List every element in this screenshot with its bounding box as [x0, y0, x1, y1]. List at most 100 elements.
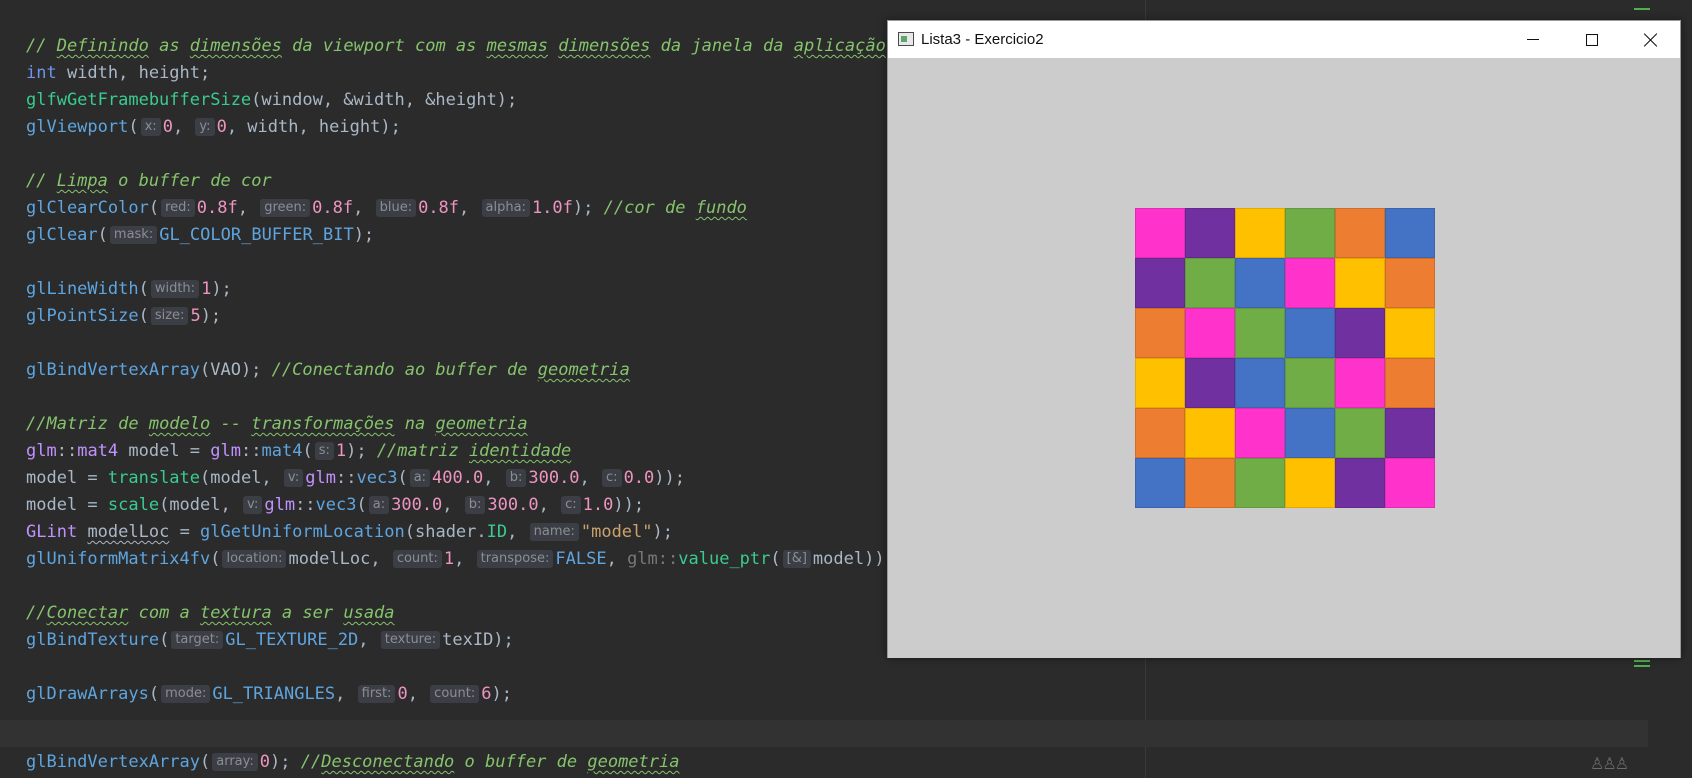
- texture-cell: [1235, 308, 1285, 358]
- param-hint: a:: [409, 469, 431, 487]
- texture-cell: [1235, 208, 1285, 258]
- texture-cell: [1285, 258, 1335, 308]
- texture-cell: [1235, 408, 1285, 458]
- render-viewport: [888, 58, 1680, 658]
- gutter-change-marker[interactable]: [1634, 660, 1650, 662]
- texture-cell: [1385, 258, 1435, 308]
- code-line: // Definindo as dimensões da viewport co…: [26, 36, 886, 56]
- param-hint: [&]: [782, 550, 811, 568]
- app-icon: [898, 32, 914, 46]
- code-line: glViewport(x: 0, y: 0, width, height);: [26, 117, 401, 137]
- texture-cell: [1385, 208, 1435, 258]
- param-hint: s:: [314, 442, 334, 460]
- code-line: glm::mat4 model = glm::mat4(s: 1); //matr…: [26, 441, 572, 461]
- param-hint: x:: [140, 118, 161, 136]
- param-hint: width:: [150, 280, 200, 298]
- param-hint: red:: [161, 199, 195, 217]
- param-hint: location:: [222, 550, 287, 568]
- minimize-button[interactable]: [1503, 21, 1562, 58]
- window-title: Lista3 - Exercicio2: [921, 31, 1044, 48]
- texture-cell: [1135, 208, 1185, 258]
- gutter-change-marker[interactable]: [1634, 8, 1650, 10]
- texture-cell: [1385, 358, 1435, 408]
- param-hint: blue:: [375, 199, 417, 217]
- param-hint: c:: [602, 469, 622, 487]
- param-hint: count:: [430, 685, 480, 703]
- code-line: glLineWidth(width: 1);: [26, 279, 232, 299]
- param-hint: v:: [283, 469, 304, 487]
- app-window[interactable]: Lista3 - Exercicio2: [887, 20, 1681, 658]
- texture-cell: [1335, 358, 1385, 408]
- texture-cell: [1135, 408, 1185, 458]
- code-line: model = scale(model, v: glm::vec3(a: 300.0…: [26, 495, 645, 515]
- param-hint: alpha:: [481, 199, 530, 217]
- maximize-icon: [1585, 33, 1598, 46]
- code-line: glBindVertexArray(VAO); //Conectando ao …: [26, 360, 630, 380]
- param-hint: texture:: [380, 631, 441, 649]
- texture-cell: [1135, 458, 1185, 508]
- texture-cell: [1235, 258, 1285, 308]
- close-icon: [1644, 33, 1658, 47]
- texture-cell: [1335, 308, 1385, 358]
- param-hint: v:: [242, 496, 263, 514]
- param-hint: b:: [464, 496, 486, 514]
- param-hint: c:: [561, 496, 581, 514]
- texture-cell: [1285, 308, 1335, 358]
- code-line: glClearColor(red: 0.8f, green: 0.8f, blue:…: [26, 198, 747, 218]
- param-hint: y:: [195, 118, 215, 136]
- texture-cell: [1385, 458, 1435, 508]
- texture-cell: [1285, 358, 1335, 408]
- texture-cell: [1135, 308, 1185, 358]
- param-hint: green:: [260, 199, 311, 217]
- texture-cell: [1235, 358, 1285, 408]
- param-hint: mode:: [161, 685, 211, 703]
- minimize-icon: [1526, 39, 1539, 40]
- code-line: // Limpa o buffer de cor: [26, 171, 272, 191]
- texture-cell: [1185, 358, 1235, 408]
- texture-cell: [1235, 458, 1285, 508]
- texture-cell: [1185, 458, 1235, 508]
- code-with-me-icon[interactable]: ♙♙♙: [1590, 754, 1629, 773]
- code-line: GLint modelLoc = glGetUniformLocation(sh…: [26, 522, 673, 542]
- param-hint: size:: [150, 307, 189, 325]
- param-hint: count:: [392, 550, 442, 568]
- texture-cell: [1335, 258, 1385, 308]
- param-hint: transpose:: [476, 550, 554, 568]
- texture-cell: [1185, 258, 1235, 308]
- close-button[interactable]: [1621, 21, 1680, 58]
- param-hint: first:: [357, 685, 396, 703]
- texture-cell: [1185, 308, 1235, 358]
- texture-cell: [1185, 208, 1235, 258]
- code-line: int width, height;: [26, 63, 211, 83]
- texture-cell: [1335, 208, 1385, 258]
- gutter-change-marker[interactable]: [1634, 665, 1650, 667]
- texture-cell: [1385, 408, 1435, 458]
- code-line: //Matriz de modelo -- transformações na …: [26, 414, 528, 434]
- texture-cell: [1285, 208, 1335, 258]
- param-hint: mask:: [109, 226, 158, 244]
- code-line: glBindTexture(target: GL_TEXTURE_2D, text…: [26, 630, 514, 650]
- code-line: glUniformMatrix4fv(location: modelLoc, co…: [26, 549, 895, 569]
- texture-cell: [1285, 408, 1335, 458]
- code-line: //Conectar com a textura a ser usada: [26, 603, 395, 623]
- code-line: glPointSize(size: 5);: [26, 306, 222, 326]
- code-line: glDrawArrays(mode: GL_TRIANGLES, first: 0,…: [26, 684, 512, 704]
- param-hint: a:: [368, 496, 390, 514]
- texture-cell: [1335, 408, 1385, 458]
- code-line: model = translate(model, v: glm::vec3(a: 4…: [26, 468, 685, 488]
- texture-cell: [1135, 358, 1185, 408]
- current-line-highlight: [0, 720, 1648, 747]
- param-hint: b:: [505, 469, 527, 487]
- texture-cell: [1135, 258, 1185, 308]
- maximize-button[interactable]: [1562, 21, 1621, 58]
- code-line: glfwGetFramebufferSize(window, &width, &…: [26, 90, 518, 110]
- texture-cell: [1285, 458, 1335, 508]
- code-line: glClear(mask: GL_COLOR_BUFFER_BIT);: [26, 225, 375, 245]
- texture-cell: [1335, 458, 1385, 508]
- textured-quad: [1135, 208, 1435, 508]
- texture-cell: [1185, 408, 1235, 458]
- param-hint: name:: [529, 523, 579, 541]
- texture-cell: [1385, 308, 1435, 358]
- code-line: glBindVertexArray(array: 0); //Desconecta…: [26, 752, 680, 772]
- window-titlebar[interactable]: Lista3 - Exercicio2: [888, 21, 1680, 58]
